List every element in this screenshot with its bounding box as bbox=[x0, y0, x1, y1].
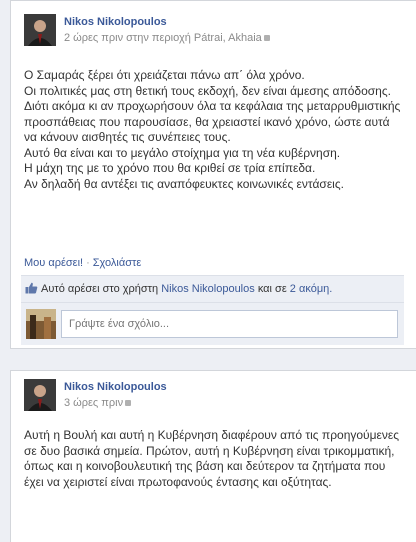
post-meta: 3 ώρες πριν bbox=[64, 397, 132, 409]
globe-icon bbox=[125, 400, 132, 407]
globe-icon bbox=[263, 35, 270, 42]
commenter-avatar bbox=[26, 309, 56, 339]
post-meta: 2 ώρες πριν στην περιοχή Pátrai, Akhaia bbox=[64, 32, 270, 44]
author-avatar[interactable] bbox=[24, 14, 56, 46]
post-card: Nikos Nikolopoulos 3 ώρες πριν Αυτή η Βο… bbox=[10, 370, 416, 542]
comment-input[interactable] bbox=[61, 310, 398, 338]
likes-summary: Αυτό αρέσει στο χρήστη Nikos Nikolopoulo… bbox=[25, 282, 332, 295]
feedback-box: Αυτό αρέσει στο χρήστη Nikos Nikolopoulo… bbox=[21, 275, 404, 345]
like-button[interactable]: Μου αρέσει! bbox=[24, 257, 83, 269]
feed-divider bbox=[0, 349, 416, 370]
likes-more-link[interactable]: 2 ακόμη. bbox=[290, 283, 333, 295]
author-name[interactable]: Nikos Nikolopoulos bbox=[64, 381, 167, 393]
likes-prefix: Αυτό αρέσει στο χρήστη bbox=[41, 283, 159, 295]
post-actions: Μου αρέσει! · Σχολιάστε bbox=[24, 257, 141, 269]
comment-row bbox=[21, 302, 404, 346]
likes-user-link[interactable]: Nikos Nikolopoulos bbox=[161, 283, 255, 295]
comment-button[interactable]: Σχολιάστε bbox=[93, 257, 142, 269]
post-text: Αυτή η Βουλή και αυτή η Κυβέρνηση διαφέρ… bbox=[24, 428, 399, 489]
post-timestamp[interactable]: 2 ώρες πριν στην περιοχή Pátrai, Akhaia bbox=[64, 32, 262, 44]
post-text: Ο Σαμαράς ξέρει ότι χρειάζεται πάνω απ΄ … bbox=[24, 68, 401, 191]
author-avatar[interactable] bbox=[24, 379, 56, 411]
thumbs-up-icon bbox=[25, 282, 38, 294]
separator-dot: · bbox=[86, 257, 90, 269]
post-card: Nikos Nikolopoulos 2 ώρες πριν στην περι… bbox=[10, 0, 416, 349]
author-name[interactable]: Nikos Nikolopoulos bbox=[64, 16, 167, 28]
post-timestamp[interactable]: 3 ώρες πριν bbox=[64, 397, 123, 409]
likes-mid: και σε bbox=[257, 283, 287, 295]
